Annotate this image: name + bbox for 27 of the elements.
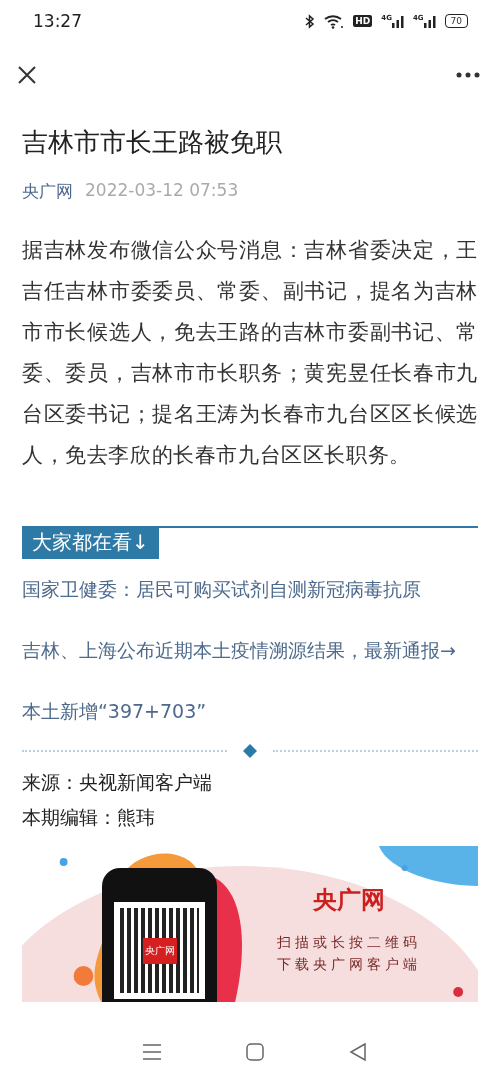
wifi-icon <box>324 13 345 29</box>
battery-indicator: 70 <box>444 14 468 28</box>
source-link[interactable]: 央广网 <box>22 180 73 203</box>
brand-logo: 央广网 <box>313 885 385 916</box>
credit-line: 来源：央视新闻客户端 <box>22 770 213 795</box>
back-icon[interactable] <box>349 1043 368 1061</box>
article-paragraph: 据吉林发布微信公众号消息：吉林省委决定，王吉任吉林市委委员、常委、副书记，提名为吉林市市长候选人，免去王路的吉林市委副书记、常委、委员，吉林市市长职务；黄宪昱任长春市九台区委书记；提名王涛为长春市九台区区长候选人，免去李欣的长春市九台区区长职务。 <box>22 237 478 469</box>
banner-caption: 扫描或长按二维码 <box>277 934 421 952</box>
article-link[interactable]: 本土新增“397+703” <box>22 695 478 728</box>
signal-icon <box>423 14 436 28</box>
article-link[interactable]: 国家卫健委：居民可购买试剂自测新冠病毒抗原 <box>22 573 478 606</box>
bluetooth-icon <box>305 13 316 29</box>
hd-badge: HD <box>353 15 373 27</box>
section-heading: 大家都在看↓ <box>22 526 159 559</box>
home-icon[interactable] <box>246 1043 264 1061</box>
publish-date: 2022-03-12 07:53 <box>85 180 239 202</box>
article-link[interactable]: 吉林、上海公布近期本土疫情溯源结果，最新通报→ <box>22 634 478 667</box>
menu-icon[interactable] <box>142 1044 161 1060</box>
close-icon[interactable] <box>17 65 37 85</box>
banner-caption: 下载央广网客户端 <box>277 956 421 974</box>
status-time: 13:27 <box>33 11 82 31</box>
diamond-icon <box>243 744 257 758</box>
article-title: 吉林市市长王路被免职 <box>22 126 283 159</box>
credit-line: 本期编辑：熊玮 <box>22 805 156 830</box>
logo-badge: 央广网 <box>142 937 177 964</box>
more-icon[interactable] <box>456 72 480 78</box>
signal-icon <box>391 14 404 28</box>
